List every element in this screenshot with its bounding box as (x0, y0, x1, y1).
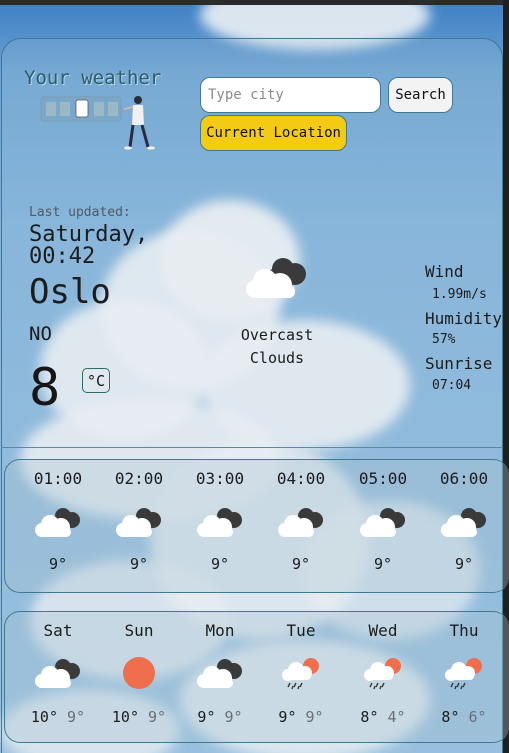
hourly-item: 01:00 9° (23, 469, 93, 573)
hourly-temp: 9° (48, 555, 68, 573)
hourly-time: 01:00 (33, 469, 83, 488)
hourly-item: 03:00 9° (185, 469, 255, 573)
daily-temp-range: 10° 9° (23, 708, 93, 726)
daily-item: Sun 10° 9° (104, 621, 174, 726)
hourly-temp: 9° (129, 555, 149, 573)
unit-toggle-button[interactable]: °C (82, 368, 110, 393)
city-name: Oslo (29, 272, 111, 312)
daily-temp-max: 9° (197, 708, 216, 726)
hourly-temp: 9° (454, 555, 474, 573)
daily-temp-min: 9° (224, 708, 243, 726)
hourly-time: 02:00 (114, 469, 164, 488)
last-updated-label: Last updated: (29, 205, 131, 220)
weather-description: Overcast Clouds (240, 326, 314, 367)
daily-day: Thu (449, 621, 479, 640)
overcast-clouds-icon (114, 505, 164, 539)
rain-icon (276, 656, 326, 690)
wind-label: Wind (425, 262, 464, 281)
window-top-edge (0, 0, 509, 5)
daily-item: Sat 10° 9° (23, 621, 93, 726)
daily-temp-range: 9° 9° (185, 708, 255, 726)
hourly-time: 03:00 (195, 469, 245, 488)
hourly-temp: 9° (210, 555, 230, 573)
hourly-item: 05:00 9° (348, 469, 418, 573)
daily-item: Mon 9° 9° (185, 621, 255, 726)
overcast-clouds-icon (358, 505, 408, 539)
humidity-label: Humidity (425, 309, 503, 328)
overcast-clouds-icon (439, 505, 489, 539)
app-title: Your weather (24, 67, 162, 89)
current-temperature: 8 (29, 358, 61, 418)
hourly-time: 05:00 (358, 469, 408, 488)
search-button[interactable]: Search (388, 77, 453, 113)
section-divider (1, 447, 503, 448)
humidity-value: 57% (432, 332, 456, 347)
country-code: NO (29, 323, 52, 345)
daily-temp-range: 9° 9° (266, 708, 336, 726)
hourly-temp: 9° (373, 555, 393, 573)
hourly-item: 04:00 9° (266, 469, 336, 573)
daily-temp-min: 9° (67, 708, 86, 726)
overcast-clouds-icon (33, 656, 83, 690)
daily-item: Wed 8° 4° (348, 621, 418, 726)
hourly-temp: 9° (291, 555, 311, 573)
hourly-time: 06:00 (439, 469, 489, 488)
overcast-clouds-icon (195, 505, 245, 539)
overcast-clouds-icon (246, 258, 306, 298)
hourly-time: 04:00 (276, 469, 326, 488)
daily-temp-min: 9° (305, 708, 324, 726)
weather-illustration (40, 96, 155, 150)
daily-day: Sun (124, 621, 154, 640)
daily-temp-min: 4° (387, 708, 406, 726)
daily-item: Tue 9° 9° (266, 621, 336, 726)
daily-day: Wed (368, 621, 398, 640)
daily-temp-max: 8° (441, 708, 460, 726)
daily-day: Tue (286, 621, 316, 640)
daily-item: Thu 8° 6° (429, 621, 499, 726)
daily-temp-max: 9° (278, 708, 297, 726)
rain-icon (358, 656, 408, 690)
daily-temp-max: 10° (111, 708, 139, 726)
overcast-clouds-icon (276, 505, 326, 539)
daily-temp-range: 10° 9° (104, 708, 174, 726)
daily-temp-min: 9° (148, 708, 167, 726)
rain-icon (439, 656, 489, 690)
overcast-clouds-icon (195, 656, 245, 690)
current-location-button[interactable]: Current Location (200, 115, 347, 151)
hourly-item: 06:00 9° (429, 469, 499, 573)
overcast-clouds-icon (33, 505, 83, 539)
sun-icon (114, 656, 164, 690)
daily-temp-range: 8° 6° (429, 708, 499, 726)
daily-day: Mon (205, 621, 235, 640)
current-date-time: Saturday, 00:42 (29, 222, 149, 269)
city-search-input[interactable] (200, 77, 381, 113)
hourly-item: 02:00 9° (104, 469, 174, 573)
sunrise-value: 07:04 (432, 378, 472, 393)
daily-temp-min: 6° (468, 708, 487, 726)
daily-temp-range: 8° 4° (348, 708, 418, 726)
wind-value: 1.99m/s (432, 287, 487, 302)
sunrise-label: Sunrise (425, 354, 493, 373)
daily-temp-max: 8° (360, 708, 379, 726)
daily-day: Sat (43, 621, 73, 640)
daily-temp-max: 10° (30, 708, 58, 726)
